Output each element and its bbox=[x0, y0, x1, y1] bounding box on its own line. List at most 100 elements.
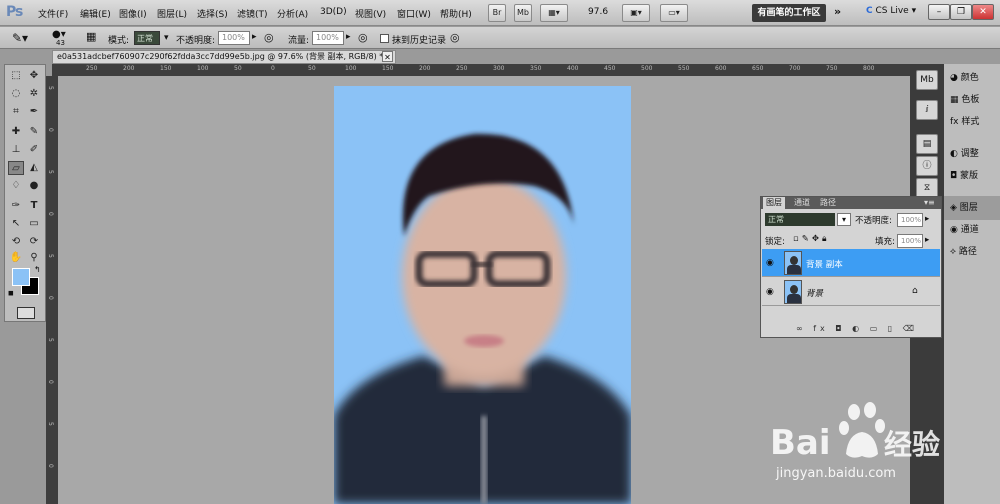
menu-analysis[interactable]: 分析(A) bbox=[277, 7, 308, 20]
foreground-color-swatch[interactable] bbox=[12, 268, 30, 286]
menu-help[interactable]: 帮助(H) bbox=[440, 7, 472, 20]
minibridge-panel-icon[interactable]: Mb bbox=[916, 70, 938, 90]
layer-row-selected[interactable]: ◉ 背景 副本 bbox=[762, 249, 940, 277]
arrange-button[interactable]: ▣▾ bbox=[622, 4, 650, 22]
history-panel-icon[interactable]: ⧖ bbox=[916, 178, 938, 198]
zoom-level[interactable]: 97.6 bbox=[588, 7, 608, 17]
menu-image[interactable]: 图像(I) bbox=[119, 7, 147, 20]
close-button[interactable]: ✕ bbox=[972, 4, 994, 20]
minibridge-button[interactable]: Mb bbox=[514, 4, 532, 22]
menu-3d[interactable]: 3D(D) bbox=[320, 7, 347, 17]
magic-wand-tool-icon[interactable]: ✲ bbox=[26, 87, 42, 101]
move-tool-icon[interactable]: ✥ bbox=[26, 69, 42, 83]
panel-layers[interactable]: ◈ 图层 bbox=[944, 196, 1000, 220]
more-workspaces-icon[interactable]: » bbox=[834, 5, 841, 18]
shape-tool-icon[interactable]: ▭ bbox=[26, 217, 42, 231]
history-brush-tool-icon[interactable]: ✐ bbox=[26, 143, 42, 157]
minimize-button[interactable]: – bbox=[928, 4, 950, 20]
tab-channels[interactable]: 通道 bbox=[791, 197, 813, 209]
erase-to-history-checkbox[interactable] bbox=[380, 34, 389, 43]
visibility-eye-icon[interactable]: ◉ bbox=[766, 258, 774, 268]
marquee-tool-icon[interactable]: ⬚ bbox=[8, 69, 24, 83]
menu-select[interactable]: 选择(S) bbox=[197, 7, 228, 20]
tab-paths[interactable]: 路径 bbox=[817, 197, 839, 209]
lasso-tool-icon[interactable]: ◌ bbox=[8, 87, 24, 101]
panel-label: 色板 bbox=[961, 95, 980, 105]
restore-button[interactable]: ❐ bbox=[950, 4, 972, 20]
type-tool-icon[interactable]: T bbox=[26, 199, 42, 213]
3d-rotate-tool-icon[interactable]: ⟲ bbox=[8, 235, 24, 249]
document-tab[interactable]: e0a531adcbef760907c290f62fdda3cc7dd99e5b… bbox=[52, 50, 396, 64]
mode-select[interactable]: 正常 bbox=[134, 31, 160, 45]
layer-opacity-slider-icon[interactable]: ▸ bbox=[925, 214, 929, 224]
panel-swatches[interactable]: ▦ 色板 bbox=[944, 88, 1000, 112]
layer-opacity-input[interactable]: 100% bbox=[897, 213, 923, 227]
bridge-button[interactable]: Br bbox=[488, 4, 506, 22]
navigator-panel-icon[interactable]: ▤ bbox=[916, 134, 938, 154]
pressure-opacity-icon[interactable]: ◎ bbox=[264, 31, 274, 44]
flow-slider-icon[interactable]: ▸ bbox=[346, 32, 351, 42]
eyedropper-tool-icon[interactable]: ✒ bbox=[26, 105, 42, 119]
panel-menu-icon[interactable]: ▾≡ bbox=[921, 197, 938, 209]
swap-colors-icon[interactable]: ↰ bbox=[34, 265, 41, 274]
workspace-switcher[interactable]: 有画笔的工作区 bbox=[752, 4, 826, 22]
panel-color[interactable]: ◕ 颜色 bbox=[944, 66, 1000, 90]
lock-icons[interactable]: ▫✎✥🔒︎ bbox=[793, 234, 830, 244]
portrait-image bbox=[334, 133, 631, 504]
ruler-tick-label: 0 bbox=[47, 296, 54, 300]
tab-layers[interactable]: 图层 bbox=[763, 197, 785, 209]
info-panel-icon[interactable]: ⅈ bbox=[916, 100, 938, 120]
view-extras-button[interactable]: ▦▾ bbox=[540, 4, 568, 22]
airbrush-icon[interactable]: ◎ bbox=[358, 31, 368, 44]
eraser-tool-icon[interactable]: ✎▾ bbox=[12, 31, 28, 45]
panel-masks[interactable]: ◘ 蒙版 bbox=[944, 164, 1000, 188]
blend-mode-select[interactable]: 正常 bbox=[765, 213, 835, 226]
layer-row[interactable]: ◉ 背景 ⌂ bbox=[762, 278, 940, 306]
crop-tool-icon[interactable]: ⌗ bbox=[8, 105, 24, 119]
pen-tool-icon[interactable]: ✑ bbox=[8, 199, 24, 213]
layers-panel-footer-icons[interactable]: ∞ fx ◘ ◐ ▭ ▯ ⌫ bbox=[762, 321, 940, 336]
fill-input[interactable]: 100% bbox=[897, 234, 923, 248]
close-document-icon[interactable]: ✕ bbox=[382, 51, 393, 62]
info2-panel-icon[interactable]: ⓘ bbox=[916, 156, 938, 176]
brush-panel-icon[interactable]: ▦ bbox=[86, 30, 96, 43]
panel-paths[interactable]: ⟡ 路径 bbox=[944, 240, 1000, 264]
panel-adjustments[interactable]: ◐ 调整 bbox=[944, 142, 1000, 166]
eraser-tool-icon-active[interactable]: ▱ bbox=[8, 161, 24, 175]
visibility-eye-icon[interactable]: ◉ bbox=[766, 287, 774, 297]
menu-filter[interactable]: 滤镜(T) bbox=[237, 7, 268, 20]
default-colors-icon[interactable]: ◼ bbox=[8, 289, 14, 297]
blur-tool-icon[interactable]: ♢ bbox=[8, 179, 24, 193]
opacity-slider-icon[interactable]: ▸ bbox=[252, 32, 257, 42]
screen-mode-button[interactable]: ▭▾ bbox=[660, 4, 688, 22]
brush-tool-icon[interactable]: ✎ bbox=[26, 125, 42, 139]
panel-channels[interactable]: ◉ 通道 bbox=[944, 218, 1000, 242]
blend-mode-dropdown-icon[interactable]: ▾ bbox=[837, 213, 851, 226]
hand-tool-icon[interactable]: ✋ bbox=[8, 251, 24, 265]
3d-orbit-tool-icon[interactable]: ⟳ bbox=[26, 235, 42, 249]
tablet-pressure-icon[interactable]: ◎ bbox=[450, 31, 460, 44]
menu-window[interactable]: 窗口(W) bbox=[397, 7, 431, 20]
styles-icon: fx bbox=[950, 117, 962, 127]
mode-dropdown-icon[interactable]: ▾ bbox=[164, 33, 169, 43]
menu-view[interactable]: 视图(V) bbox=[355, 7, 386, 20]
flow-input[interactable]: 100% bbox=[312, 31, 344, 45]
panel-styles[interactable]: fx 样式 bbox=[944, 110, 1000, 134]
menu-file[interactable]: 文件(F) bbox=[38, 7, 68, 20]
zoom-tool-icon[interactable]: ⚲ bbox=[26, 251, 42, 265]
quick-mask-icon[interactable] bbox=[17, 307, 35, 319]
photo-canvas[interactable] bbox=[334, 86, 631, 504]
path-select-tool-icon[interactable]: ↖ bbox=[8, 217, 24, 231]
healing-tool-icon[interactable]: ✚ bbox=[8, 125, 24, 139]
cs-live-button[interactable]: C CS Live ▾ bbox=[866, 6, 916, 16]
opacity-input[interactable]: 100% bbox=[218, 31, 250, 45]
bucket-tool-icon[interactable]: ◭ bbox=[26, 161, 42, 175]
menu-edit[interactable]: 编辑(E) bbox=[80, 7, 111, 20]
fill-slider-icon[interactable]: ▸ bbox=[925, 235, 929, 245]
dodge-tool-icon[interactable]: ● bbox=[26, 179, 42, 193]
lock-label: 锁定: bbox=[765, 237, 785, 247]
ruler-tick-label: 5 bbox=[47, 170, 54, 174]
layers-icon: ◈ bbox=[950, 203, 960, 213]
menu-layer[interactable]: 图层(L) bbox=[157, 7, 187, 20]
stamp-tool-icon[interactable]: ⊥ bbox=[8, 143, 24, 157]
